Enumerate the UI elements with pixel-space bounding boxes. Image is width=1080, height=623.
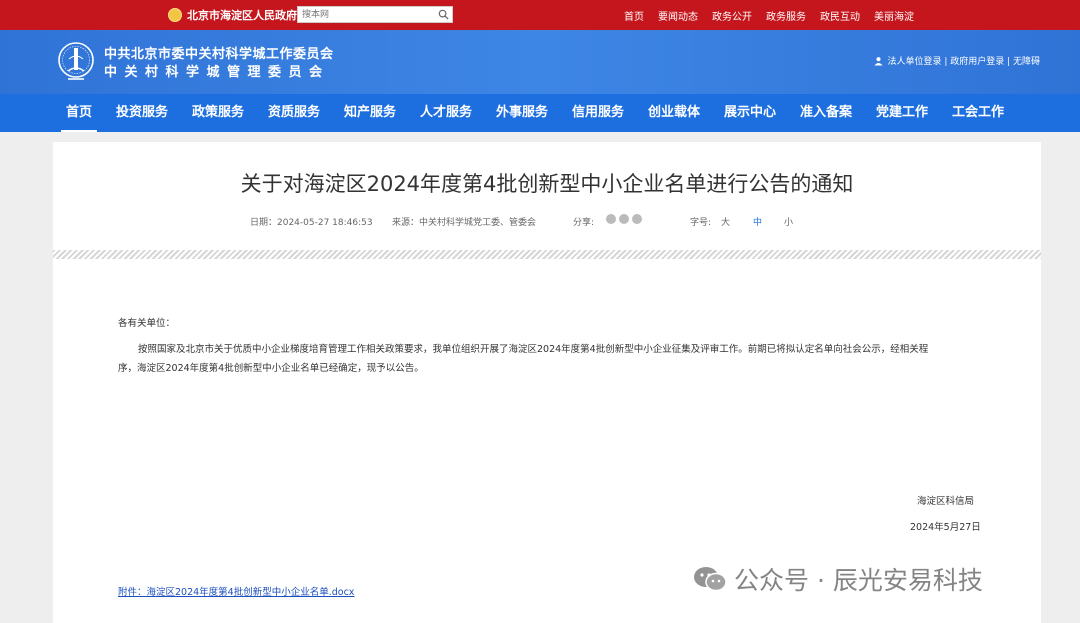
top-link-home[interactable]: 首页 [624, 8, 644, 23]
nav-talent[interactable]: 人才服务 [420, 94, 472, 132]
top-link-news[interactable]: 要闻动态 [658, 8, 698, 23]
qq-icon[interactable] [632, 214, 642, 224]
watermark: 公众号 · 辰光安易科技 [692, 561, 983, 597]
nav-party[interactable]: 党建工作 [876, 94, 928, 132]
watermark-text: 公众号 · 辰光安易科技 [734, 566, 983, 595]
nav-union[interactable]: 工会工作 [952, 94, 1004, 132]
top-link-services[interactable]: 政务服务 [766, 8, 806, 23]
nav-filing[interactable]: 准入备案 [800, 94, 852, 132]
top-links: 首页 要闻动态 政务公开 政务服务 政民互动 美丽海淀 [624, 8, 914, 23]
search-input[interactable] [298, 7, 436, 22]
nav-home[interactable]: 首页 [60, 94, 98, 132]
org-name-line1: 中共北京市委中关村科学城工作委员会 [104, 47, 334, 62]
article-date: 日期：2024-05-27 18:46:53 [250, 218, 373, 228]
attachment-link[interactable]: 附件：海淀区2024年度第4批创新型中小企业名单.docx [118, 584, 354, 598]
nav-qualification[interactable]: 资质服务 [268, 94, 320, 132]
nav-credit[interactable]: 信用服务 [572, 94, 624, 132]
main-nav: 首页 投资服务 政策服务 资质服务 知产服务 人才服务 外事服务 信用服务 创业… [0, 94, 1080, 132]
article-source: 来源：中关村科学城党工委、管委会 [392, 218, 537, 228]
body-line-2: 序，海淀区2024年度第4批创新型中小企业名单已经确定，现予以公告。 [118, 363, 424, 374]
site-search [297, 6, 453, 23]
nav-ip[interactable]: 知产服务 [344, 94, 396, 132]
font-size-small[interactable]: 小 [784, 215, 793, 228]
signer: 海淀区科信局 [917, 496, 975, 507]
font-size-large[interactable]: 大 [721, 215, 730, 228]
article-card: 关于对海淀区2024年度第4批创新型中小企业名单进行公告的通知 日期：2024-… [53, 142, 1041, 623]
org-name-line2: 中关村科学城管理委员会 [104, 65, 330, 80]
nav-exhibition[interactable]: 展示中心 [724, 94, 776, 132]
nav-policy[interactable]: 政策服务 [192, 94, 244, 132]
top-link-beautiful-haidian[interactable]: 美丽海淀 [874, 8, 914, 23]
nav-investment[interactable]: 投资服务 [116, 94, 168, 132]
sign-date: 2024年5月27日 [910, 522, 981, 533]
font-size-label: 字号: [690, 218, 712, 228]
site-header: 中共北京市委中关村科学城工作委员会 中关村科学城管理委员会 法人单位登录 | 政… [0, 30, 1080, 94]
user-icon [874, 56, 884, 65]
search-icon[interactable] [436, 8, 450, 22]
zgc-logo-icon[interactable] [56, 39, 96, 83]
weibo-icon[interactable] [606, 214, 616, 224]
login-links[interactable]: 法人单位登录 | 政府用户登录 | 无障碍 [887, 54, 1040, 67]
share-label: 分享: [573, 218, 595, 228]
top-link-interaction[interactable]: 政民互动 [820, 8, 860, 23]
article-title: 关于对海淀区2024年度第4批创新型中小企业名单进行公告的通知 [240, 172, 854, 196]
top-link-open-gov[interactable]: 政务公开 [712, 8, 752, 23]
font-size-medium[interactable]: 中 [753, 215, 762, 228]
gov-title: 北京市海淀区人民政府 [187, 9, 297, 22]
gov-brand[interactable]: 北京市海淀区人民政府 [168, 6, 297, 24]
national-emblem-icon [168, 8, 182, 22]
share-buttons [606, 214, 642, 224]
top-bar: 北京市海淀区人民政府 首页 要闻动态 政务公开 政务服务 政民互动 美丽海淀 [0, 0, 1080, 30]
nav-foreign-affairs[interactable]: 外事服务 [496, 94, 548, 132]
nav-incubator[interactable]: 创业载体 [648, 94, 700, 132]
salutation: 各有关单位： [118, 318, 176, 329]
wechat-watermark-icon [694, 567, 727, 592]
divider-stripe [53, 250, 1041, 259]
user-links: 法人单位登录 | 政府用户登录 | 无障碍 [874, 54, 1040, 67]
wechat-icon[interactable] [619, 214, 629, 224]
